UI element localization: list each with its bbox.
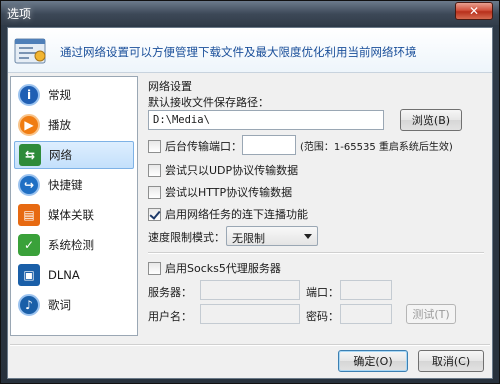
http-label: 尝试以HTTP协议传输数据	[165, 186, 293, 199]
backend-port-label: 后台传输端口：	[165, 140, 242, 153]
settings-panel-icon	[14, 38, 46, 64]
nav-item-shortcuts[interactable]: ↪ 快捷键	[14, 171, 134, 199]
title-bar[interactable]: 选项 ✕	[1, 1, 499, 25]
info-banner: 通过网络设置可以方便管理下载文件及最大限度优化利用当前网络环境	[8, 28, 492, 73]
nav-item-label: 系统检测	[48, 238, 94, 252]
ok-button[interactable]: 确定(O)	[338, 350, 408, 372]
http-checkbox-row[interactable]: 尝试以HTTP协议传输数据	[148, 184, 292, 200]
cancel-button[interactable]: 取消(C)	[418, 350, 484, 372]
udp-only-label: 尝试只以UDP协议传输数据	[165, 164, 299, 177]
nav-item-label: 快捷键	[48, 178, 83, 192]
chevron-down-icon	[304, 234, 312, 239]
nav-item-lyrics[interactable]: ♪ 歌词	[14, 291, 134, 319]
options-dialog: 选项 ✕ 通过网络设置可以方便管理下载文件及最大限度优化利用当前网络环境 i 常…	[0, 0, 500, 384]
udp-only-checkbox[interactable]	[148, 163, 161, 177]
network-icon: ⇆	[19, 144, 41, 166]
nav-item-label: 播放	[48, 118, 71, 132]
save-path-label: 默认接收文件保存路径：	[148, 96, 269, 109]
banner-text: 通过网络设置可以方便管理下载文件及最大限度优化利用当前网络环境	[60, 45, 417, 59]
window-title: 选项	[7, 7, 32, 21]
port-range-note: (范围：1-65535 重启系统后生效)	[300, 142, 453, 153]
socks5-checkbox[interactable]	[148, 261, 161, 275]
browse-button[interactable]: 浏览(B)	[400, 109, 462, 131]
password-input[interactable]	[340, 304, 392, 324]
dlna-icon: ▣	[18, 264, 40, 286]
backend-port-input[interactable]	[242, 135, 296, 155]
speed-limit-value: 无限制	[232, 232, 265, 245]
nav-item-label: 歌词	[48, 298, 71, 312]
backend-port-checkbox[interactable]	[148, 139, 161, 153]
nav-item-label: 网络	[49, 148, 72, 162]
network-settings-panel: 网络设置 默认接收文件保存路径： D:\Media\ 浏览(B) 后台传输端口：…	[144, 76, 490, 338]
server-input[interactable]	[200, 280, 300, 300]
media-association-icon: ▤	[18, 204, 40, 226]
continuous-play-label: 启用网络任务的连下连播功能	[165, 208, 308, 221]
continuous-play-checkbox-row[interactable]: 启用网络任务的连下连播功能	[148, 206, 308, 222]
nav-item-dlna[interactable]: ▣ DLNA	[14, 261, 134, 289]
nav-item-general[interactable]: i 常规	[14, 81, 134, 109]
nav-item-network[interactable]: ⇆ 网络	[14, 141, 134, 169]
info-icon: i	[18, 84, 40, 106]
nav-item-media-association[interactable]: ▤ 媒体关联	[14, 201, 134, 229]
http-checkbox[interactable]	[148, 185, 161, 199]
shortcut-icon: ↪	[18, 174, 40, 196]
nav-item-label: DLNA	[48, 268, 80, 282]
nav-item-system-check[interactable]: ✓ 系统检测	[14, 231, 134, 259]
section-title: 网络设置	[148, 80, 192, 93]
divider	[148, 252, 484, 254]
username-input[interactable]	[200, 304, 300, 324]
server-label: 服务器：	[148, 286, 192, 299]
save-path-input[interactable]: D:\Media\	[148, 110, 384, 130]
password-label: 密码：	[306, 310, 339, 323]
category-list: i 常规 ▶ 播放 ⇆ 网络 ↪ 快捷键 ▤ 媒体关联 ✓ 系统检测 ▣ DLN…	[10, 76, 138, 336]
footer-divider	[10, 344, 490, 346]
socks5-checkbox-row[interactable]: 启用Socks5代理服务器	[148, 260, 281, 276]
udp-only-checkbox-row[interactable]: 尝试只以UDP协议传输数据	[148, 162, 298, 178]
lyrics-icon: ♪	[18, 294, 40, 316]
test-button[interactable]: 测试(T)	[406, 304, 456, 324]
speed-limit-label: 速度限制模式：	[148, 231, 225, 244]
system-check-icon: ✓	[18, 234, 40, 256]
play-icon: ▶	[18, 114, 40, 136]
proxy-port-input[interactable]	[340, 280, 392, 300]
proxy-port-label: 端口：	[306, 286, 339, 299]
nav-item-label: 常规	[48, 88, 71, 102]
username-label: 用户名：	[148, 310, 192, 323]
close-button[interactable]: ✕	[455, 2, 493, 20]
speed-limit-select[interactable]: 无限制	[226, 226, 318, 246]
dialog-client: 通过网络设置可以方便管理下载文件及最大限度优化利用当前网络环境 i 常规 ▶ 播…	[7, 27, 493, 379]
continuous-play-checkbox[interactable]	[148, 207, 161, 221]
nav-item-playback[interactable]: ▶ 播放	[14, 111, 134, 139]
socks5-label: 启用Socks5代理服务器	[165, 262, 281, 275]
backend-port-checkbox-row[interactable]: 后台传输端口：	[148, 138, 242, 154]
close-icon: ✕	[468, 4, 480, 18]
nav-item-label: 媒体关联	[48, 208, 94, 222]
